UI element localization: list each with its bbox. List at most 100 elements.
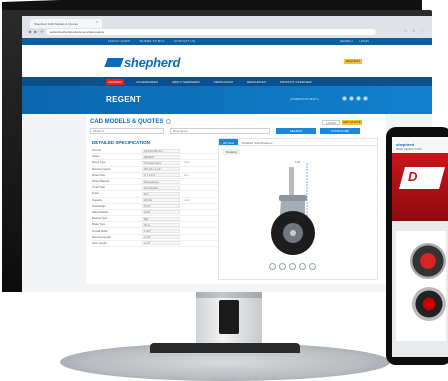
browser-toolbar-icons[interactable]: ☆ ≡ ⋮ (404, 28, 426, 33)
nav-item-resources[interactable]: RESOURCES (245, 79, 268, 85)
nav-item-overview[interactable]: PRODUCT OVERVIEW (278, 79, 314, 85)
spec-value[interactable]: REGENT (142, 154, 180, 159)
spec-label: Brake Type (92, 223, 106, 227)
spec-label: Overall Width (92, 229, 108, 233)
spec-label: Finish (92, 192, 99, 196)
search-link[interactable]: SEARCH (340, 39, 353, 43)
spec-extra: Load (184, 198, 190, 202)
nav-item-casters[interactable]: CASTERS (106, 79, 125, 85)
login-link[interactable]: LOGIN (359, 39, 368, 43)
description-search-input[interactable]: Description (170, 128, 270, 134)
tablet-badge-bg (399, 167, 445, 189)
share-icon[interactable] (342, 96, 347, 101)
spec-value[interactable]: Threaded Stem (142, 160, 180, 165)
utility-link[interactable]: CONTACT US (174, 39, 195, 43)
info-icon[interactable] (166, 119, 172, 124)
tablet-caster-image[interactable] (410, 243, 446, 279)
spec-value[interactable]: 1-1/2" (142, 241, 180, 246)
spec-label: Wheel Size (92, 173, 106, 177)
tablet-caster-image-2[interactable] (412, 287, 446, 321)
spec-value[interactable]: 5-1/4" (142, 204, 180, 209)
browser-nav-icons[interactable]: ◀ ▶ ⟳ (28, 29, 45, 34)
spec-extra: Size (184, 173, 189, 177)
cad-panel: CAD MODELS & QUOTES LOGIN GET QUOTE Mode… (86, 114, 386, 284)
logo-bar: shepherd REQUEST (22, 45, 432, 77)
reset-icon[interactable] (299, 263, 306, 270)
utility-bar: FAMILY LINKS WHERE TO BUY CONTACT US SEA… (22, 38, 432, 45)
request-button[interactable]: REQUEST (344, 59, 362, 64)
nav-item-news[interactable]: NEWS ROOM (212, 79, 235, 85)
tablet-menu[interactable]: MENU SEARCH CART (396, 148, 422, 151)
download-icon[interactable] (309, 263, 316, 270)
page-title: REGENT (106, 95, 142, 104)
spec-label: Mounting Specs (92, 167, 111, 171)
spec-label: Tread Type (92, 186, 105, 190)
tab-detailed-specs[interactable]: Detailed Specifications (238, 139, 276, 145)
drawing-subtab[interactable]: Drawing (223, 149, 241, 155)
shepherd-logo[interactable]: shepherd (104, 54, 181, 70)
zoom-icon[interactable] (279, 263, 286, 270)
tab-3d-view[interactable]: 3D View (219, 139, 239, 145)
viewer-toolbar (269, 263, 319, 270)
tablet-device: shepherd MENU SEARCH CART D (386, 127, 448, 365)
viewer-tabs: 3D View Detailed Specifications (219, 139, 377, 146)
spec-value[interactable]: Non-Marking (142, 185, 180, 190)
login-button[interactable]: LOGIN (322, 120, 340, 125)
spec-label: Stem Length (92, 241, 107, 245)
hero-share-icons (342, 96, 370, 101)
address-bar[interactable]: www.shepherdproducts.com/cad-models (46, 29, 376, 35)
configure-button[interactable]: CONFIGURE (320, 128, 360, 134)
spec-label: Bearing Type (92, 217, 108, 221)
spec-value[interactable]: 4S-4SV-4SV-011 (142, 148, 180, 153)
cad-title: CAD MODELS & QUOTES (90, 119, 172, 125)
pan-icon[interactable] (289, 263, 296, 270)
share-icon[interactable] (363, 96, 368, 101)
utility-link[interactable]: WHERE TO BUY (139, 39, 164, 43)
share-icon[interactable] (349, 96, 354, 101)
spec-value[interactable]: 3/8"-16 x 1-1/2" (142, 167, 180, 172)
spec-label: Mounting Height (92, 235, 111, 239)
tablet-header: shepherd MENU SEARCH CART (392, 137, 448, 153)
model-search-input[interactable]: Model # (90, 128, 164, 134)
browser-tab[interactable]: Shepherd CAD Models & Quotes (30, 19, 102, 28)
rotate-icon[interactable] (269, 263, 276, 270)
cable-slot (219, 300, 239, 334)
tablet-logo[interactable]: shepherd (396, 142, 414, 147)
hero-banner: REGENT ◂ PREVIOUS NEXT ▸ (22, 86, 432, 114)
spec-value[interactable]: None (142, 222, 180, 227)
spec-label: Mount Type (92, 161, 106, 165)
spec-extra: Stem (184, 161, 190, 165)
spec-value[interactable]: 2-3/4" (142, 210, 180, 215)
spec-table: DETAILED SPECIFICATION Part No. 4S-4SV-4S… (92, 140, 218, 280)
spec-value[interactable]: 1-3/4" (142, 229, 180, 234)
hero-pager[interactable]: ◂ PREVIOUS NEXT ▸ (290, 97, 319, 101)
logo-mark-icon (104, 57, 124, 67)
neck-shadow (196, 292, 262, 298)
spec-value[interactable]: 4-7/8" (142, 235, 180, 240)
nav-item-about[interactable]: ABOUT SHEPHERD (170, 79, 202, 85)
spec-value[interactable]: 4" x 1-1/4" (142, 173, 180, 178)
utility-link[interactable]: FAMILY LINKS (108, 39, 130, 43)
nav-item-accessories[interactable]: ACCESSORIES (134, 79, 160, 85)
spec-label: Total Height (92, 204, 106, 208)
caster-stem (289, 167, 294, 197)
tab-close-icon[interactable]: × (96, 19, 98, 24)
desktop-monitor: Shepherd CAD Models & Quotes × ◀ ▶ ⟳ www… (2, 0, 438, 294)
logo-text: shepherd (124, 54, 181, 70)
get-quote-button[interactable]: GET QUOTE (342, 120, 362, 125)
spec-value[interactable]: 200 lbs (142, 198, 180, 203)
search-button[interactable]: SEARCH (276, 128, 316, 134)
spec-label: Capacity (92, 198, 103, 202)
spec-value[interactable]: Ball (142, 216, 180, 221)
spec-value[interactable]: Zinc (142, 191, 180, 196)
utility-right-links: SEARCH LOGIN (340, 39, 375, 43)
cad-viewer: 3D View Detailed Specifications Drawing … (218, 138, 378, 280)
spec-value[interactable]: Polyurethane (142, 179, 180, 184)
share-icon[interactable] (356, 96, 361, 101)
caster-wheel-axle (290, 230, 296, 236)
tablet-hero: D (392, 153, 448, 221)
search-row: Model # Description SEARCH CONFIGURE (90, 128, 364, 134)
caster-swivel-plate (279, 195, 307, 201)
caster-model[interactable] (249, 159, 349, 269)
tablet-screen: shepherd MENU SEARCH CART D (392, 137, 448, 357)
